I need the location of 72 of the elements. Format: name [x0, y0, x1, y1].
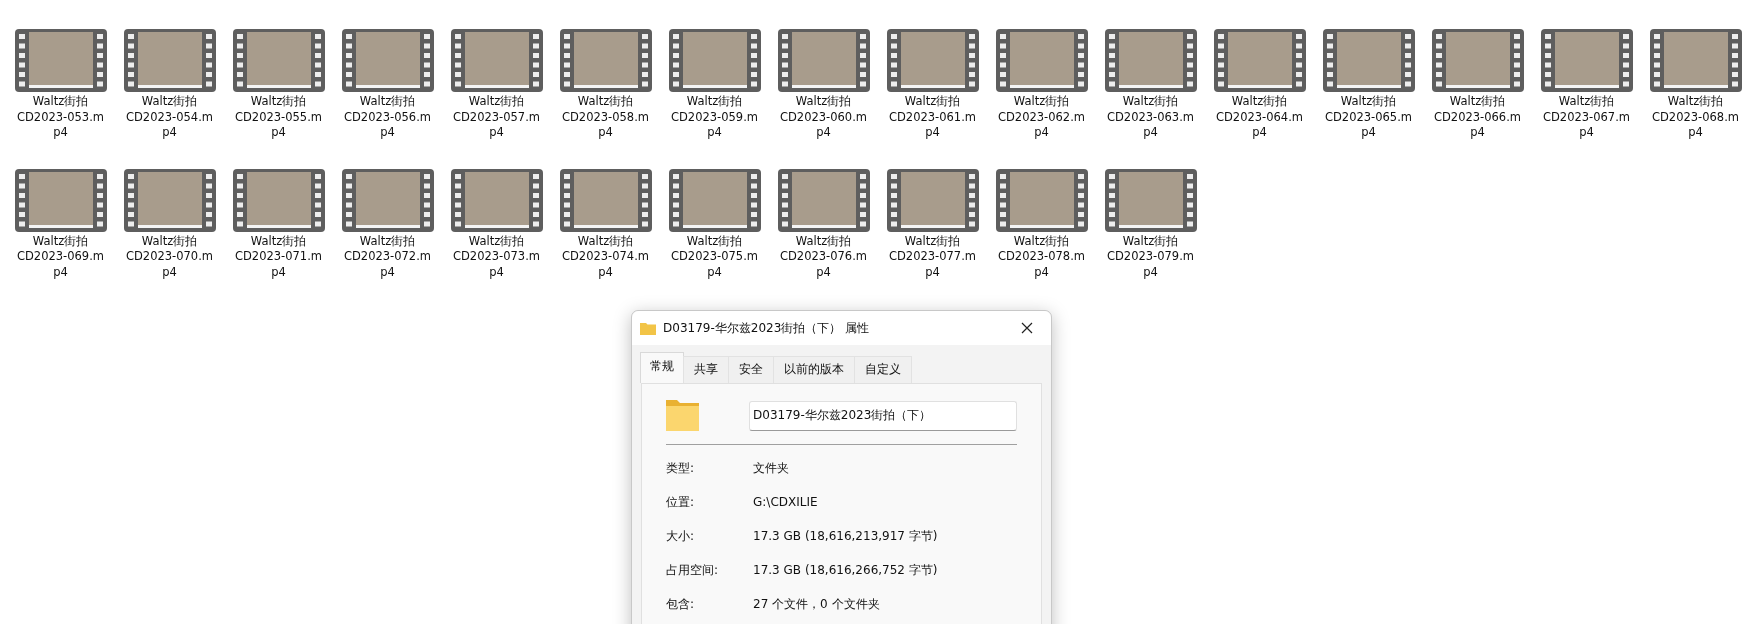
video-thumbnail-icon [559, 29, 652, 92]
video-thumbnail-icon [1431, 29, 1524, 92]
file-name[interactable]: Waltz街拍 CD2023-057.m p4 [452, 94, 541, 141]
tab[interactable]: 自定义 [854, 356, 912, 383]
property-label: 占用空间: [666, 561, 720, 579]
file-name[interactable]: Waltz街拍 CD2023-067.m p4 [1542, 94, 1631, 141]
file-name[interactable]: Waltz街拍 CD2023-060.m p4 [779, 94, 868, 141]
property-value: 27 个文件，0 个文件夹 [753, 595, 881, 613]
file-name[interactable]: Waltz街拍 CD2023-053.m p4 [16, 94, 105, 141]
video-thumbnail-icon [668, 168, 761, 232]
video-thumbnail-icon [1649, 29, 1742, 92]
file-name[interactable]: Waltz街拍 CD2023-064.m p4 [1215, 94, 1304, 141]
tab[interactable]: 常规 [640, 352, 684, 383]
video-thumbnail-icon [1104, 29, 1197, 92]
file-name[interactable]: Waltz街拍 CD2023-073.m p4 [452, 233, 541, 280]
video-thumbnail-icon [341, 168, 434, 232]
video-thumbnail-icon [668, 29, 761, 92]
video-thumbnail-icon [14, 168, 107, 232]
name-field[interactable]: D03179-华尔兹2023街拍（下） [749, 400, 1017, 431]
file-name[interactable]: Waltz街拍 CD2023-079.m p4 [1106, 233, 1195, 280]
file-name[interactable]: Waltz街拍 CD2023-062.m p4 [997, 94, 1086, 141]
video-thumbnail-icon [886, 29, 979, 92]
folder-icon [640, 321, 656, 335]
file-name[interactable]: Waltz街拍 CD2023-054.m p4 [125, 94, 214, 141]
property-value: 17.3 GB (18,616,266,752 字节) [753, 561, 939, 579]
file-name[interactable]: Waltz街拍 CD2023-070.m p4 [125, 233, 214, 280]
file-name[interactable]: Waltz街拍 CD2023-059.m p4 [670, 94, 759, 141]
video-thumbnail-icon [777, 168, 870, 232]
file-name[interactable]: Waltz街拍 CD2023-072.m p4 [343, 233, 432, 280]
file-name[interactable]: Waltz街拍 CD2023-066.m p4 [1433, 94, 1522, 141]
file-name[interactable]: Waltz街拍 CD2023-074.m p4 [561, 233, 650, 280]
video-thumbnail-icon [1213, 29, 1306, 92]
property-label: 大小: [666, 527, 696, 545]
file-name[interactable]: Waltz街拍 CD2023-078.m p4 [997, 233, 1086, 280]
video-thumbnail-icon [341, 29, 434, 92]
file-name[interactable]: Waltz街拍 CD2023-058.m p4 [561, 94, 650, 141]
dialog-title: D03179-华尔兹2023街拍（下） 属性 [663, 319, 871, 337]
video-thumbnail-icon [1322, 29, 1415, 92]
video-thumbnail-icon [1540, 29, 1633, 92]
property-label: 类型: [666, 459, 696, 477]
file-name[interactable]: Waltz街拍 CD2023-069.m p4 [16, 233, 105, 280]
video-thumbnail-icon [886, 168, 979, 232]
property-label: 位置: [666, 493, 696, 511]
file-name[interactable]: Waltz街拍 CD2023-063.m p4 [1106, 94, 1195, 141]
file-name[interactable]: Waltz街拍 CD2023-075.m p4 [670, 233, 759, 280]
video-thumbnail-icon [450, 168, 543, 232]
file-name[interactable]: Waltz街拍 CD2023-071.m p4 [234, 233, 323, 280]
video-thumbnail-icon [995, 168, 1088, 232]
video-thumbnail-icon [232, 168, 325, 232]
video-thumbnail-icon [232, 29, 325, 92]
video-thumbnail-icon [123, 168, 216, 232]
property-value: 文件夹 [753, 459, 790, 477]
property-label: 包含: [666, 595, 696, 613]
video-thumbnail-icon [995, 29, 1088, 92]
file-name[interactable]: Waltz街拍 CD2023-055.m p4 [234, 94, 323, 141]
file-name[interactable]: Waltz街拍 CD2023-061.m p4 [888, 94, 977, 141]
folder-icon [666, 400, 699, 431]
file-name[interactable]: Waltz街拍 CD2023-065.m p4 [1324, 94, 1413, 141]
video-thumbnail-icon [450, 29, 543, 92]
video-thumbnail-icon [559, 168, 652, 232]
video-thumbnail-icon [123, 29, 216, 92]
tab[interactable]: 共享 [683, 356, 729, 383]
file-name[interactable]: Waltz街拍 CD2023-077.m p4 [888, 233, 977, 280]
file-name[interactable]: Waltz街拍 CD2023-068.m p4 [1651, 94, 1740, 141]
video-thumbnail-icon [1104, 168, 1197, 232]
property-value: 17.3 GB (18,616,213,917 字节) [753, 527, 939, 545]
file-name[interactable]: Waltz街拍 CD2023-076.m p4 [779, 233, 868, 280]
video-thumbnail-icon [14, 29, 107, 92]
close-icon [1021, 322, 1033, 334]
file-name[interactable]: Waltz街拍 CD2023-056.m p4 [343, 94, 432, 141]
property-value: G:\CDXILIE [753, 495, 819, 509]
video-thumbnail-icon [777, 29, 870, 92]
